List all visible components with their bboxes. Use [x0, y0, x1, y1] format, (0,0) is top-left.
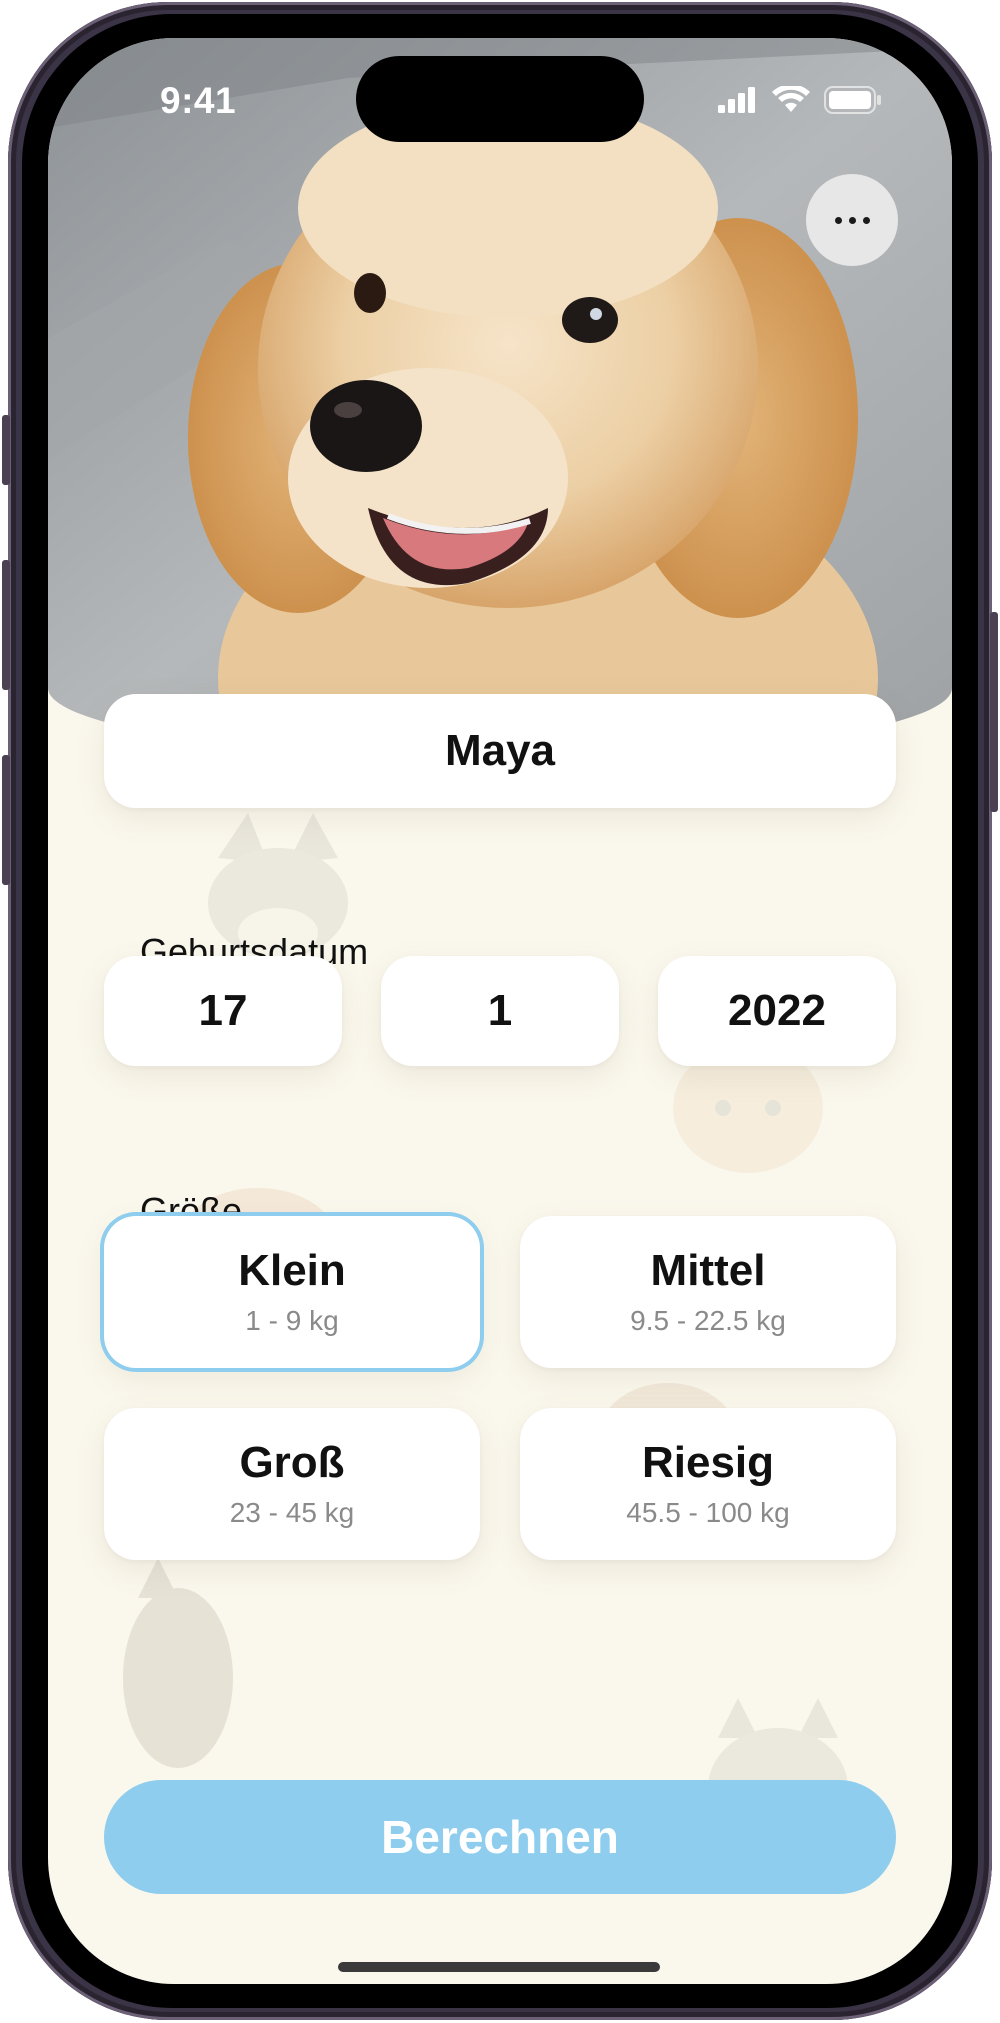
birth-month-field[interactable]: 1: [381, 956, 619, 1066]
pet-name-field[interactable]: Maya: [104, 694, 896, 808]
battery-icon: [824, 86, 881, 114]
app-screen: 9:41 Maya Geburtsdatum 17 1 2022 Größe K…: [48, 38, 952, 1984]
doberman-doodle: [123, 1558, 233, 1768]
size-option-name: Riesig: [641, 1437, 775, 1487]
size-option-klein[interactable]: Klein 1 - 9 kg: [104, 1216, 480, 1368]
size-option-mittel[interactable]: Mittel 9.5 - 22.5 kg: [520, 1216, 896, 1368]
size-option-range: 23 - 45 kg: [229, 1497, 355, 1529]
volume-down-button: [2, 755, 10, 885]
size-option-range: 1 - 9 kg: [245, 1305, 339, 1337]
birth-day-field[interactable]: 17: [104, 956, 342, 1066]
power-button: [990, 612, 998, 812]
size-option-gross[interactable]: Groß 23 - 45 kg: [104, 1408, 480, 1560]
wifi-icon: [772, 86, 810, 112]
size-option-name: Mittel: [650, 1245, 766, 1295]
size-option-name: Klein: [238, 1245, 346, 1295]
more-options-button[interactable]: [806, 174, 898, 266]
more-dots-icon: [834, 216, 870, 224]
status-bar: 9:41: [48, 38, 952, 168]
calculate-button[interactable]: Berechnen: [104, 1780, 896, 1894]
volume-up-button: [2, 560, 10, 690]
size-option-range: 45.5 - 100 kg: [626, 1497, 790, 1529]
birth-year-field[interactable]: 2022: [658, 956, 896, 1066]
size-option-riesig[interactable]: Riesig 45.5 - 100 kg: [520, 1408, 896, 1560]
home-indicator[interactable]: [338, 1962, 660, 1972]
status-icons: [718, 86, 882, 114]
status-time: 9:41: [160, 80, 237, 121]
action-button: [2, 415, 10, 485]
size-option-name: Groß: [239, 1437, 345, 1487]
size-option-range: 9.5 - 22.5 kg: [630, 1305, 786, 1337]
dynamic-island: [356, 56, 644, 142]
cellular-signal-icon: [718, 87, 755, 113]
